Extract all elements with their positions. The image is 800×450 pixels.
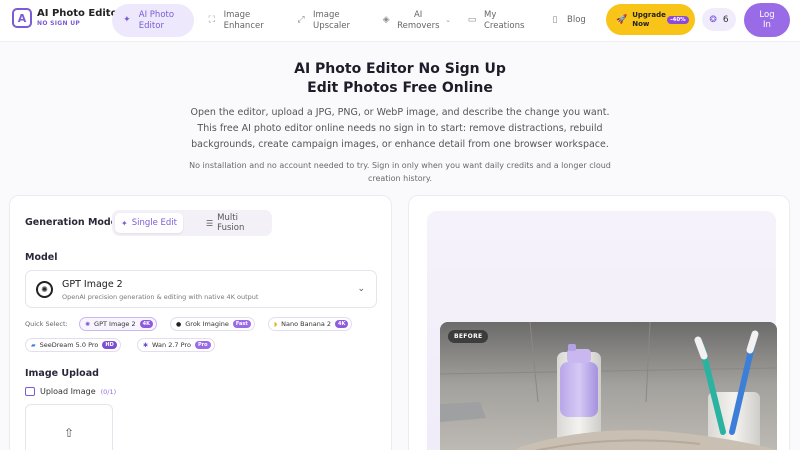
chip-label: Nano Banana 2 (281, 320, 332, 328)
brand-logo-icon: A (12, 8, 32, 28)
quick-model-seedream-5-pro[interactable]: ▰ SeeDream 5.0 Pro HD (25, 338, 121, 352)
login-button[interactable]: Log In (744, 3, 790, 37)
nav-item-label: Blog (567, 15, 586, 26)
grok-logo-icon: ● (176, 320, 182, 328)
quick-model-grok-imagine[interactable]: ● Grok Imagine Fast (170, 317, 255, 331)
chevron-down-icon: ⌄ (357, 284, 365, 294)
openai-logo-icon: ✺ (85, 320, 91, 328)
title-line-1: AI Photo Editor No Sign Up (294, 61, 506, 77)
nav-item-blog[interactable]: ▯ Blog (549, 4, 589, 37)
banana-icon: ◗ (274, 320, 278, 328)
chip-badge: Fast (232, 320, 251, 328)
chip-badge: Pro (194, 341, 211, 349)
chip-label: Grok Imagine (185, 320, 229, 328)
upscale-icon: ⤢ (297, 14, 305, 25)
brand-subtitle: NO SIGN UP (37, 20, 81, 27)
quick-model-nano-banana-2[interactable]: ◗ Nano Banana 2 4K (268, 317, 353, 331)
login-label: Log In (759, 9, 775, 30)
preview-panel: BEFORE (408, 195, 790, 450)
single-edit-button[interactable]: ✦ Single Edit (115, 213, 183, 233)
page-title: AI Photo Editor No Sign Up Edit Photos F… (0, 60, 800, 98)
brand-title: AI Photo Editor (37, 8, 123, 19)
nav-item-ai-removers[interactable]: ◈ AI Removers ⌄ (381, 4, 451, 37)
nav-item-label: Image Enhancer (223, 9, 264, 31)
hero-description: Open the editor, upload a JPG, PNG, or W… (190, 107, 610, 150)
bathroom-photo (440, 322, 777, 450)
nav-item-ai-photo-editor[interactable]: ✦ AI Photo Editor (112, 4, 194, 37)
upgrade-button[interactable]: 🚀 Upgrade Now -40% (606, 4, 695, 35)
eraser-icon: ◈ (382, 14, 390, 25)
chip-badge: 4K (139, 320, 153, 328)
credits-count: 6 (722, 14, 729, 25)
hero: AI Photo Editor No Sign Up Edit Photos F… (0, 60, 800, 185)
magic-wand-icon: ✦ (121, 218, 128, 228)
before-photo: BEFORE (440, 322, 777, 450)
quick-model-wan-2-7-pro[interactable]: ✱ Wan 2.7 Pro Pro (137, 338, 215, 352)
rocket-icon: 🚀 (616, 14, 628, 25)
chip-badge: HD (102, 341, 117, 349)
nav-item-label: Image Upscaler (313, 9, 351, 31)
model-description: OpenAI precision generation & editing wi… (62, 293, 259, 301)
chip-label: SeeDream 5.0 Pro (39, 341, 99, 349)
chevron-down-icon: ⌄ (445, 16, 451, 25)
before-badge: BEFORE (448, 330, 489, 343)
upload-dropzone[interactable]: ⇧ (25, 404, 113, 450)
nav-item-image-enhancer[interactable]: ⛶ Image Enhancer (206, 4, 266, 37)
nav-item-image-upscaler[interactable]: ⤢ Image Upscaler (295, 4, 355, 37)
model-select[interactable]: ✺ GPT Image 2 OpenAI precision generatio… (25, 270, 377, 308)
chip-badge: 4K (335, 320, 349, 328)
seedream-logo-icon: ▰ (31, 341, 36, 349)
enhance-icon: ⛶ (208, 14, 215, 25)
image-icon (25, 387, 35, 396)
editor-panel: Generation Mode ✦ Single Edit ☰ Multi Fu… (9, 195, 392, 450)
wan-logo-icon: ✱ (143, 341, 149, 349)
chip-label: GPT Image 2 (94, 320, 136, 328)
upload-image-row: Upload Image (0/1) (25, 387, 116, 396)
nav-item-label: AI Photo Editor (138, 9, 175, 31)
preview-area: BEFORE (427, 211, 777, 450)
top-nav: A AI Photo Editor NO SIGN UP ✦ AI Photo … (0, 0, 800, 42)
title-line-2: Edit Photos Free Online (307, 80, 493, 96)
model-label: Model (25, 252, 58, 263)
quick-model-gpt-image-2[interactable]: ✺ GPT Image 2 4K (79, 317, 157, 331)
mode-label: Multi Fusion (217, 213, 245, 233)
multi-fusion-button[interactable]: ☰ Multi Fusion (200, 213, 272, 233)
upload-count: (0/1) (100, 387, 117, 396)
hero-note: No installation and no account needed to… (189, 161, 611, 183)
magic-wand-icon: ✦ (123, 14, 131, 25)
nav-item-label: My Creations (484, 9, 525, 31)
model-name: GPT Image 2 (62, 279, 123, 290)
generation-mode-toggle: ✦ Single Edit ☰ Multi Fusion (112, 210, 272, 236)
book-icon: ▯ (552, 14, 558, 25)
credits-badge[interactable]: ❂ 6 (702, 8, 736, 31)
discount-badge: -40% (667, 15, 689, 24)
nav-item-label: AI Removers (397, 9, 440, 31)
brand[interactable]: A AI Photo Editor NO SIGN UP (12, 8, 122, 28)
generation-mode-label: Generation Mode (25, 217, 118, 228)
openai-logo-icon: ✺ (36, 281, 53, 298)
upload-image-label: Upload Image (40, 387, 96, 396)
credits-icon: ❂ (709, 14, 717, 25)
folder-icon: ▭ (467, 14, 477, 25)
quick-select-label: Quick Select: (25, 320, 68, 328)
image-upload-label: Image Upload (25, 368, 99, 379)
chip-label: Wan 2.7 Pro (152, 341, 191, 349)
mode-label: Single Edit (131, 218, 177, 228)
upload-icon: ⇧ (64, 426, 75, 440)
nav-item-my-creations[interactable]: ▭ My Creations (466, 4, 526, 37)
upgrade-label: Upgrade Now (632, 11, 666, 28)
layers-icon: ☰ (206, 218, 214, 228)
